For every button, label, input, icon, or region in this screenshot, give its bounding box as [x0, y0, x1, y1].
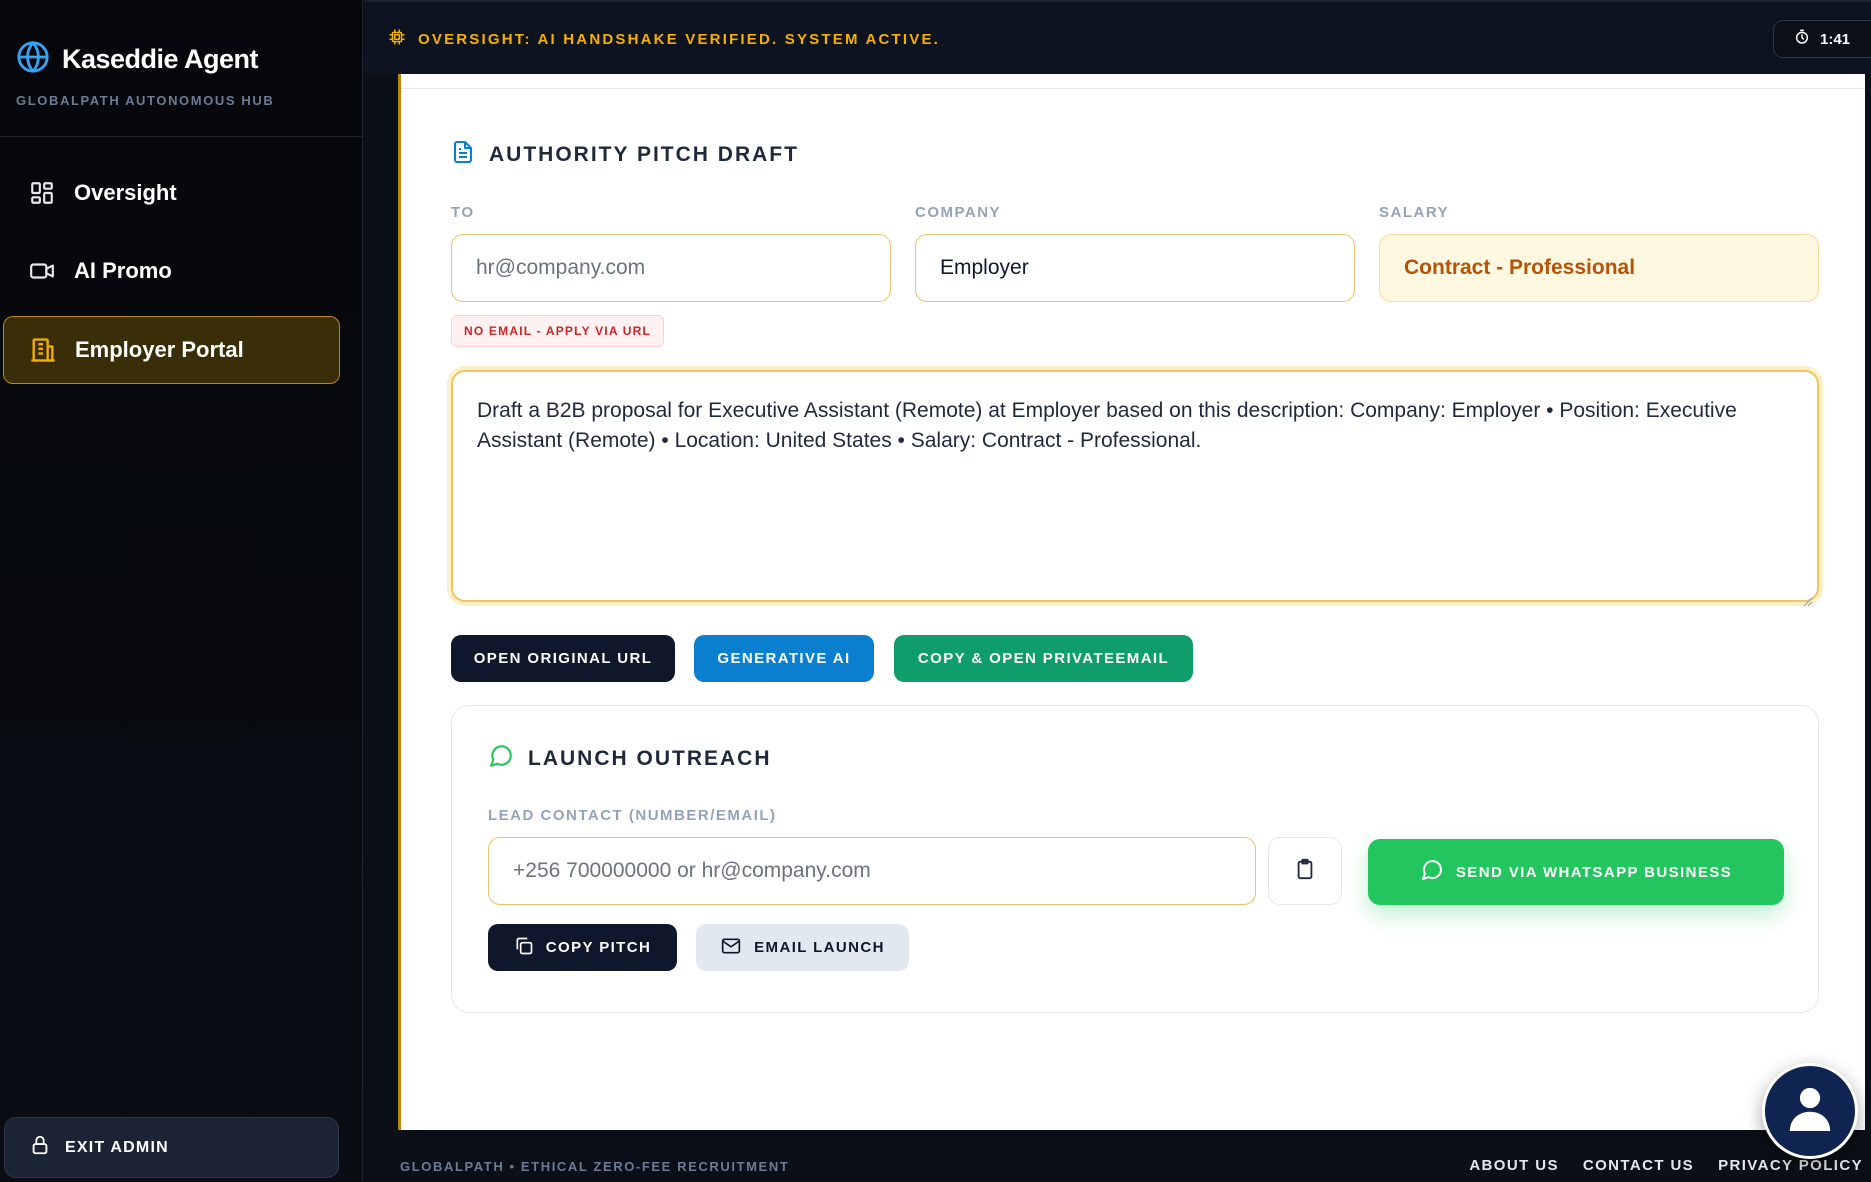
email-launch-button[interactable]: EMAIL LAUNCH — [696, 924, 909, 971]
footer-links: ABOUT US CONTACT US PRIVACY POLICY — [1469, 1157, 1863, 1174]
copy-pitch-label: COPY PITCH — [545, 939, 652, 956]
resize-grip-icon[interactable] — [1803, 586, 1813, 607]
sidebar-divider — [0, 136, 363, 137]
company-label: COMPANY — [915, 204, 1002, 221]
whatsapp-label: SEND VIA WHATSAPP BUSINESS — [1455, 863, 1733, 881]
company-value: Employer — [940, 256, 1029, 279]
footer-link-about[interactable]: ABOUT US — [1469, 1157, 1559, 1174]
app-subtitle: GLOBALPATH AUTONOMOUS HUB — [16, 93, 275, 108]
session-timer: 1:41 — [1773, 20, 1871, 58]
user-icon — [1788, 1085, 1832, 1138]
video-camera-icon — [28, 257, 56, 285]
brand: Kaseddie Agent GLOBALPATH AUTONOMOUS HUB — [16, 40, 274, 108]
stopwatch-icon — [1794, 29, 1810, 49]
exit-admin-label: EXIT ADMIN — [65, 1138, 169, 1156]
company-field[interactable]: Employer — [915, 234, 1355, 302]
no-email-badge: NO EMAIL - APPLY VIA URL — [451, 315, 665, 347]
open-original-url-button[interactable]: OPEN ORIGINAL URL — [451, 635, 675, 682]
pitch-draft-textarea[interactable]: Draft a B2B proposal for Executive Assis… — [451, 370, 1819, 607]
generative-ai-label: GENERATIVE AI — [717, 650, 851, 667]
sidebar-item-label: AI Promo — [74, 258, 172, 283]
to-label: TO — [451, 204, 475, 221]
mail-icon — [720, 936, 742, 960]
open-url-label: OPEN ORIGINAL URL — [473, 650, 653, 667]
panel-divider — [401, 88, 1865, 89]
assistant-avatar-button[interactable] — [1762, 1063, 1858, 1159]
paste-button[interactable] — [1268, 837, 1342, 905]
pitch-section-title: AUTHORITY PITCH DRAFT — [451, 139, 799, 171]
globe-icon — [16, 40, 50, 79]
footer-tagline: GLOBALPATH • ETHICAL ZERO-FEE RECRUITMEN… — [400, 1159, 790, 1174]
to-email-field[interactable]: hr@company.com — [451, 234, 891, 302]
copy-open-privateemail-button[interactable]: COPY & OPEN PRIVATEEMAIL — [894, 635, 1193, 682]
system-status: OVERSIGHT: AI HANDSHAKE VERIFIED. SYSTEM… — [388, 28, 940, 50]
footer-link-privacy[interactable]: PRIVACY POLICY — [1718, 1157, 1863, 1174]
whatsapp-icon — [1420, 858, 1444, 886]
pitch-title: AUTHORITY PITCH DRAFT — [489, 143, 799, 166]
exit-admin-button[interactable]: EXIT ADMIN — [4, 1117, 339, 1178]
generative-ai-button[interactable]: GENERATIVE AI — [694, 635, 874, 682]
lock-icon — [29, 1134, 51, 1161]
copy-open-email-label: COPY & OPEN PRIVATEEMAIL — [917, 650, 1170, 667]
salary-label: SALARY — [1379, 204, 1450, 221]
send-whatsapp-button[interactable]: SEND VIA WHATSAPP BUSINESS — [1368, 839, 1784, 905]
lead-contact-label: LEAD CONTACT (NUMBER/EMAIL) — [488, 807, 777, 824]
lead-contact-placeholder: +256 700000000 or hr@company.com — [513, 859, 871, 882]
sidebar-item-label: Oversight — [74, 180, 177, 205]
sidebar: Kaseddie Agent GLOBALPATH AUTONOMOUS HUB… — [0, 0, 363, 1182]
salary-value: Contract - Professional — [1404, 256, 1636, 279]
launch-outreach-card: LAUNCH OUTREACH LEAD CONTACT (NUMBER/EMA… — [451, 705, 1819, 1013]
app-title: Kaseddie Agent — [62, 44, 259, 74]
sidebar-item-label: Employer Portal — [75, 337, 244, 362]
status-text: OVERSIGHT: AI HANDSHAKE VERIFIED. SYSTEM… — [418, 30, 941, 48]
sidebar-item-ai-promo[interactable]: AI Promo — [3, 237, 340, 305]
outreach-section-title: LAUNCH OUTREACH — [488, 743, 772, 775]
timer-value: 1:41 — [1820, 30, 1851, 48]
outreach-title: LAUNCH OUTREACH — [528, 747, 772, 770]
document-icon — [451, 139, 475, 171]
building-icon — [29, 336, 57, 364]
grid-icon — [28, 179, 56, 207]
chat-bubble-icon — [488, 743, 514, 775]
sidebar-item-employer-portal[interactable]: Employer Portal — [3, 316, 340, 384]
copy-pitch-button[interactable]: COPY PITCH — [488, 924, 677, 971]
footer: GLOBALPATH • ETHICAL ZERO-FEE RECRUITMEN… — [364, 1130, 1871, 1182]
copy-icon — [514, 936, 534, 960]
to-email-placeholder: hr@company.com — [476, 256, 646, 279]
clipboard-icon — [1294, 857, 1316, 886]
sidebar-item-oversight[interactable]: Oversight — [3, 159, 340, 227]
lead-contact-input[interactable]: +256 700000000 or hr@company.com — [488, 837, 1256, 905]
top-bar: OVERSIGHT: AI HANDSHAKE VERIFIED. SYSTEM… — [364, 0, 1871, 74]
salary-field[interactable]: Contract - Professional — [1379, 234, 1819, 302]
pitch-draft-text: Draft a B2B proposal for Executive Assis… — [477, 399, 1737, 452]
main-panel: AUTHORITY PITCH DRAFT TO COMPANY SALARY … — [398, 74, 1865, 1130]
email-launch-label: EMAIL LAUNCH — [754, 939, 885, 956]
footer-link-contact[interactable]: CONTACT US — [1583, 1157, 1694, 1174]
chip-icon — [388, 28, 406, 50]
